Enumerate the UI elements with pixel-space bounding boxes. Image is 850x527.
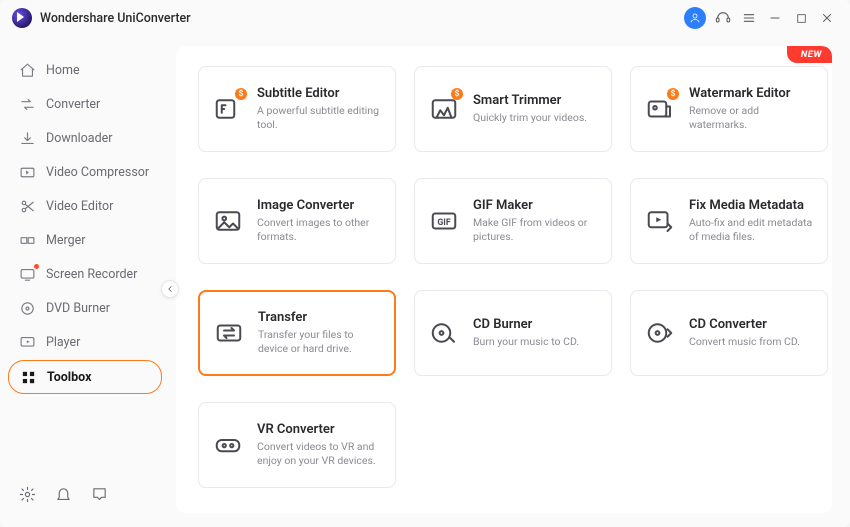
sale-badge-icon: $ bbox=[235, 88, 247, 100]
feedback-icon[interactable] bbox=[90, 485, 108, 503]
app-title: Wondershare UniConverter bbox=[40, 11, 191, 26]
tool-desc: Burn your music to CD. bbox=[473, 335, 579, 349]
compressor-icon bbox=[18, 163, 36, 181]
tool-card-subtitle-editor[interactable]: $ Subtitle Editor A powerful subtitle ed… bbox=[198, 66, 396, 152]
tool-title: Subtitle Editor bbox=[257, 86, 383, 101]
vr-converter-icon bbox=[211, 428, 245, 462]
tool-desc: Convert music from CD. bbox=[689, 335, 800, 349]
toolbox-panel: NEW $ Subtitle Editor A powerful subtitl… bbox=[176, 46, 832, 513]
tool-title: Image Converter bbox=[257, 198, 383, 213]
transfer-icon bbox=[212, 316, 246, 350]
tool-card-cd-burner[interactable]: CD Burner Burn your music to CD. bbox=[414, 290, 612, 376]
tool-card-fix-media-metadata[interactable]: Fix Media Metadata Auto-fix and edit met… bbox=[630, 178, 828, 264]
sidebar-item-player[interactable]: Player bbox=[8, 326, 162, 358]
tool-card-gif-maker[interactable]: GIF GIF Maker Make GIF from videos or pi… bbox=[414, 178, 612, 264]
app-window: Wondershare UniConverter bbox=[0, 0, 850, 527]
sale-badge-icon: $ bbox=[451, 88, 463, 100]
sidebar-item-label: Player bbox=[46, 335, 80, 350]
tool-card-smart-trimmer[interactable]: $ Smart Trimmer Quickly trim your videos… bbox=[414, 66, 612, 152]
tool-desc: Convert images to other formats. bbox=[257, 216, 383, 244]
tool-desc: Convert videos to VR and enjoy on your V… bbox=[257, 440, 383, 468]
sidebar-item-label: DVD Burner bbox=[46, 301, 110, 316]
notifications-icon[interactable] bbox=[54, 485, 72, 503]
notification-dot-icon bbox=[34, 264, 39, 269]
smart-trimmer-icon: $ bbox=[427, 92, 461, 126]
cd-converter-icon bbox=[643, 316, 677, 350]
sidebar-item-label: Video Editor bbox=[46, 199, 113, 214]
image-converter-icon bbox=[211, 204, 245, 238]
home-icon bbox=[18, 61, 36, 79]
metadata-icon bbox=[643, 204, 677, 238]
tool-desc: Quickly trim your videos. bbox=[473, 111, 587, 125]
tool-title: Smart Trimmer bbox=[473, 93, 587, 108]
watermark-editor-icon: $ bbox=[643, 92, 677, 126]
tool-title: Watermark Editor bbox=[689, 86, 815, 101]
scissors-icon bbox=[18, 197, 36, 215]
tool-title: Transfer bbox=[258, 310, 382, 325]
sidebar-item-video-editor[interactable]: Video Editor bbox=[8, 190, 162, 222]
close-button[interactable] bbox=[814, 5, 840, 31]
disc-icon bbox=[18, 299, 36, 317]
tool-card-watermark-editor[interactable]: $ Watermark Editor Remove or add waterma… bbox=[630, 66, 828, 152]
sidebar-item-label: Downloader bbox=[46, 131, 113, 146]
new-badge: NEW bbox=[787, 46, 832, 63]
sidebar-item-toolbox[interactable]: Toolbox bbox=[8, 360, 162, 394]
minimize-button[interactable] bbox=[762, 5, 788, 31]
sidebar-nav: Home Converter Downloader Video Compress… bbox=[8, 54, 162, 394]
tool-title: CD Burner bbox=[473, 317, 579, 332]
maximize-button[interactable] bbox=[788, 5, 814, 31]
merger-icon bbox=[18, 231, 36, 249]
tool-desc: Transfer your files to device or hard dr… bbox=[258, 328, 382, 356]
sidebar-item-label: Toolbox bbox=[47, 370, 91, 385]
sidebar-collapse-button[interactable] bbox=[161, 280, 179, 298]
sidebar-item-converter[interactable]: Converter bbox=[8, 88, 162, 120]
sidebar: Home Converter Downloader Video Compress… bbox=[0, 36, 170, 527]
sidebar-item-label: Video Compressor bbox=[46, 165, 149, 180]
tool-title: VR Converter bbox=[257, 422, 383, 437]
tool-desc: A powerful subtitle editing tool. bbox=[257, 104, 383, 132]
tool-card-vr-converter[interactable]: VR Converter Convert videos to VR and en… bbox=[198, 402, 396, 488]
menu-icon[interactable] bbox=[736, 5, 762, 31]
player-icon bbox=[18, 333, 36, 351]
sidebar-item-home[interactable]: Home bbox=[8, 54, 162, 86]
app-body: Home Converter Downloader Video Compress… bbox=[0, 36, 850, 527]
main-area: NEW $ Subtitle Editor A powerful subtitl… bbox=[170, 36, 850, 527]
settings-icon[interactable] bbox=[18, 485, 36, 503]
sidebar-item-label: Home bbox=[46, 63, 80, 78]
tool-title: Fix Media Metadata bbox=[689, 198, 815, 213]
cd-burner-icon bbox=[427, 316, 461, 350]
svg-text:GIF: GIF bbox=[437, 218, 451, 228]
gif-maker-icon: GIF bbox=[427, 204, 461, 238]
tool-title: GIF Maker bbox=[473, 198, 599, 213]
sale-badge-icon: $ bbox=[667, 88, 679, 100]
converter-icon bbox=[18, 95, 36, 113]
subtitle-editor-icon: $ bbox=[211, 92, 245, 126]
tool-card-transfer[interactable]: Transfer Transfer your files to device o… bbox=[198, 290, 396, 376]
sidebar-item-dvd-burner[interactable]: DVD Burner bbox=[8, 292, 162, 324]
sidebar-item-downloader[interactable]: Downloader bbox=[8, 122, 162, 154]
tool-card-cd-converter[interactable]: CD Converter Convert music from CD. bbox=[630, 290, 828, 376]
tool-desc: Remove or add watermarks. bbox=[689, 104, 815, 132]
download-icon bbox=[18, 129, 36, 147]
sidebar-item-label: Screen Recorder bbox=[46, 267, 137, 282]
titlebar: Wondershare UniConverter bbox=[0, 0, 850, 36]
sidebar-item-screen-recorder[interactable]: Screen Recorder bbox=[8, 258, 162, 290]
toolbox-icon bbox=[19, 368, 37, 386]
support-icon[interactable] bbox=[710, 5, 736, 31]
sidebar-item-label: Merger bbox=[46, 233, 86, 248]
app-logo-icon bbox=[12, 8, 32, 28]
tool-title: CD Converter bbox=[689, 317, 800, 332]
sidebar-item-merger[interactable]: Merger bbox=[8, 224, 162, 256]
recorder-icon bbox=[18, 265, 36, 283]
sidebar-footer bbox=[8, 477, 162, 519]
tool-desc: Make GIF from videos or pictures. bbox=[473, 216, 599, 244]
sidebar-item-video-compressor[interactable]: Video Compressor bbox=[8, 156, 162, 188]
account-avatar-button[interactable] bbox=[684, 7, 706, 29]
sidebar-item-label: Converter bbox=[46, 97, 100, 112]
tool-desc: Auto-fix and edit metadata of media file… bbox=[689, 216, 815, 244]
tool-card-image-converter[interactable]: Image Converter Convert images to other … bbox=[198, 178, 396, 264]
